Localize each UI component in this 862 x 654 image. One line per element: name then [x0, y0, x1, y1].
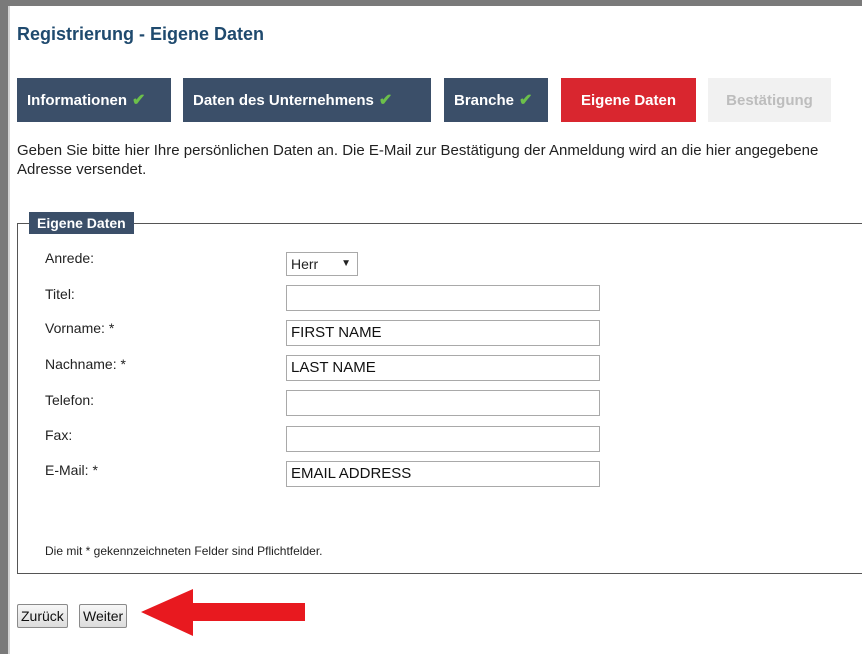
vorname-label: Vorname: *	[45, 320, 115, 336]
checkmark-icon: ✔	[132, 92, 146, 109]
anrede-select[interactable]: Herr ▼	[286, 252, 358, 276]
back-button[interactable]: Zurück	[17, 604, 68, 628]
step-daten-des-unternehmens[interactable]: Daten des Unternehmens ✔	[183, 78, 431, 122]
intro-text: Geben Sie bitte hier Ihre persönlichen D…	[17, 142, 819, 178]
page-title: Registrierung - Eigene Daten	[17, 24, 265, 44]
step-label: Eigene Daten	[580, 91, 677, 109]
checkmark-icon: ✔	[378, 92, 393, 109]
nachname-input[interactable]: LAST NAME	[286, 355, 600, 381]
fax-label: Fax:	[45, 427, 73, 443]
window-frame-left	[0, 0, 8, 654]
checkmark-icon: ✔	[519, 92, 533, 109]
telefon-label: Telefon:	[45, 392, 95, 408]
anrede-label: Anrede:	[45, 250, 95, 266]
next-button[interactable]: Weiter	[79, 604, 128, 628]
vorname-input[interactable]: FIRST NAME	[286, 320, 600, 346]
anrede-value: Herr	[291, 256, 319, 272]
fieldset-legend: Eigene Daten	[29, 212, 134, 234]
step-label: Daten des Unternehmens	[193, 91, 374, 109]
step-label: Informationen	[27, 91, 127, 109]
step-eigene-daten[interactable]: Eigene Daten	[561, 78, 696, 122]
step-bestaetigung: Bestätigung	[708, 78, 831, 122]
titel-label: Titel:	[45, 286, 75, 302]
fax-input[interactable]	[286, 426, 600, 452]
red-arrow-icon	[141, 589, 305, 636]
email-label: E-Mail: *	[45, 462, 98, 478]
step-branche[interactable]: Branche ✔	[444, 78, 548, 122]
required-fields-note: Die mit * gekennzeichneten Felder sind P…	[45, 544, 323, 558]
window-frame-inner	[8, 6, 10, 654]
email-input[interactable]: EMAIL ADDRESS	[286, 461, 600, 487]
window-frame-top	[0, 0, 862, 6]
step-label: Branche	[454, 91, 515, 109]
titel-input[interactable]	[286, 285, 600, 311]
triangle-down-icon: ▼	[341, 258, 351, 269]
telefon-input[interactable]	[286, 390, 600, 416]
step-informationen[interactable]: Informationen ✔	[17, 78, 171, 122]
nachname-label: Nachname: *	[45, 356, 126, 372]
step-label: Bestätigung	[726, 91, 813, 109]
